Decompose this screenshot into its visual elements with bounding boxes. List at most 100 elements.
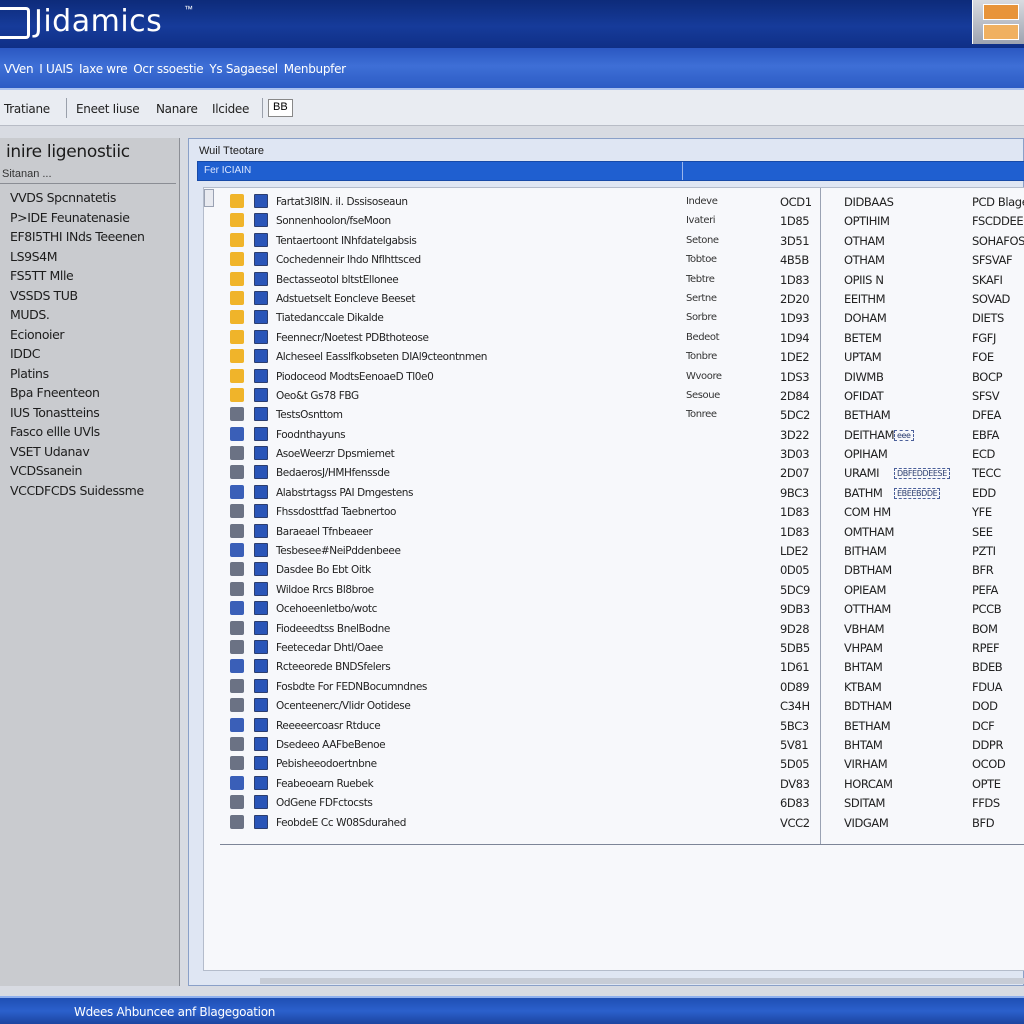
table-row[interactable]: Alabstrtagss PAI Dmgestens 9BC3 BATHM EDD EB… bbox=[204, 483, 1024, 502]
horizontal-scrollbar[interactable] bbox=[260, 978, 1024, 984]
nav-pane-title: inire ligenostiic bbox=[6, 142, 130, 162]
nav-item[interactable]: FS5TT Mlle bbox=[10, 268, 145, 288]
menu-item[interactable]: Menbupfer bbox=[284, 62, 346, 76]
row-status: VHPAM bbox=[844, 640, 883, 655]
row-name: Dsedeeo AAFbeBenoe bbox=[276, 738, 386, 751]
table-row[interactable]: Fiodeeedtss BnelBodne 9D28 VBHAM BOM bbox=[204, 619, 1024, 638]
row-code: 3D22 bbox=[780, 427, 810, 442]
row-code: 9DB3 bbox=[780, 602, 810, 617]
row-code: 3D03 bbox=[780, 447, 810, 462]
row-code: OCD1 bbox=[780, 195, 812, 209]
table-row[interactable]: Tentaertoont INhfdatelgabsis Setone 3D51 OT… bbox=[204, 231, 1024, 250]
row-status: DIDBAAS bbox=[844, 195, 894, 209]
nav-item[interactable]: EF8I5THI INds Teeenen bbox=[10, 229, 145, 249]
nav-item[interactable]: VVDS Spcnnatetis bbox=[10, 190, 145, 210]
row-type: Tonbre bbox=[686, 351, 717, 363]
table-row[interactable]: Bectasseotol bltstEllonee Tebtre 1D83 OPIIS… bbox=[204, 270, 1024, 289]
toolbar-item[interactable]: Nanare bbox=[156, 102, 198, 116]
row-badge: EBEEBDDE bbox=[894, 487, 941, 499]
table-row[interactable]: Piodoceod ModtsEenoaeD Tl0e0 Wvoore 1DS3 DI… bbox=[204, 367, 1024, 386]
table-row[interactable]: Wildoe Rrcs Bl8broe 5DC9 OPIEAM PEFA bbox=[204, 580, 1024, 599]
row-description: BDEB bbox=[972, 660, 1003, 675]
nav-item[interactable]: Ecionoier bbox=[10, 327, 145, 347]
table-row[interactable]: Cochedenneir Ihdo Nflhttsced Tobtoe 4B5B OT… bbox=[204, 250, 1024, 269]
table-row[interactable]: Pebisheeodoertnbne 5D05 VIRHAM OCOD bbox=[204, 754, 1024, 773]
row-type: Tonree bbox=[686, 409, 717, 421]
nav-item[interactable]: VCCDFCDS Suidessme bbox=[10, 483, 145, 503]
table-row[interactable]: Reeeeercoasr Rtduce 5BC3 BETHAM DCF bbox=[204, 716, 1024, 735]
module-icon bbox=[254, 232, 268, 247]
table-row[interactable]: Baraeael Tfnbeaeer 1D83 OMTHAM SEE bbox=[204, 522, 1024, 541]
nav-item[interactable]: Platins bbox=[10, 366, 145, 386]
row-code: 1D85 bbox=[780, 214, 810, 229]
menu-item[interactable]: I UAIS bbox=[39, 62, 73, 76]
row-status: OPTIHIM bbox=[844, 214, 890, 229]
nav-item[interactable]: IUS Tonastteins bbox=[10, 405, 145, 425]
folder-icon bbox=[230, 290, 244, 305]
row-type: Sorbre bbox=[686, 312, 717, 324]
logo-icon bbox=[0, 7, 30, 39]
nav-item[interactable]: P>IDE Feunatenasie bbox=[10, 210, 145, 230]
maximize-button[interactable] bbox=[983, 24, 1019, 40]
folder-icon bbox=[230, 368, 244, 383]
folder-icon bbox=[230, 232, 244, 247]
table-row[interactable]: TestsOsnttom Tonree 5DC2 BETHAM DFEA bbox=[204, 405, 1024, 424]
table-row[interactable]: Ocenteenerc/Vlidr Ootidese C34H BDTHAM DOD bbox=[204, 696, 1024, 715]
table-row[interactable]: AsoeWeerzr Dpsmiemet 3D03 OPIHAM ECD bbox=[204, 444, 1024, 463]
nav-item[interactable]: IDDC bbox=[10, 346, 145, 366]
menu-item[interactable]: Ocr ssoestie bbox=[133, 62, 203, 76]
table-row[interactable]: BedaerosJ/HMHfenssde 2D07 URAMI TECC DBFEDDE… bbox=[204, 463, 1024, 482]
row-code: 9D28 bbox=[780, 621, 810, 636]
table-row[interactable]: Sonnenhoolon/fseMoon Ivateri 1D85 OPTIHIM FS… bbox=[204, 211, 1024, 230]
table-row[interactable]: Ocehoeenletbo/wotc 9DB3 OTTHAM PCCB bbox=[204, 599, 1024, 618]
row-status: BDTHAM bbox=[844, 699, 892, 714]
table-row[interactable]: Fhssdosttfad Taebnertoo 1D83 COM HM YFE bbox=[204, 502, 1024, 521]
row-description: DCF bbox=[972, 718, 995, 733]
table-row[interactable]: Fosbdte For FEDNBocumndnes 0D89 KTBAM FDUA bbox=[204, 677, 1024, 696]
table-row[interactable]: Foodnthayuns 3D22 DEITHAM EBFA eee bbox=[204, 425, 1024, 444]
nav-item[interactable]: LS9S4M bbox=[10, 249, 145, 269]
table-row[interactable]: Alcheseel Easslfkobseten DIAl9cteontnmen… bbox=[204, 347, 1024, 366]
table-row[interactable]: Oeo&t Gs78 FBG Sesoue 2D84 OFIDAT SFSV bbox=[204, 386, 1024, 405]
row-name: Foodnthayuns bbox=[276, 428, 346, 441]
nav-item[interactable]: Bpa Fneenteon bbox=[10, 385, 145, 405]
table-row[interactable]: Feabeoearn Ruebek DV83 HORCAM OPTE bbox=[204, 774, 1024, 793]
status-text: Wdees Ahbuncee anf Blagegoation bbox=[74, 1005, 276, 1019]
device-icon bbox=[230, 736, 244, 751]
table-row[interactable]: Adstuetselt Eoncleve Beeset Sertne 2D20 EEI… bbox=[204, 289, 1024, 308]
toolbar-item[interactable]: Eneet Iiuse bbox=[76, 102, 140, 116]
device-icon bbox=[230, 601, 244, 616]
nav-item[interactable]: MUDS. bbox=[10, 307, 145, 327]
nav-item[interactable]: VSSDS TUB bbox=[10, 288, 145, 308]
table-row[interactable]: Feetecedar Dhtl/Oaee 5DB5 VHPAM RPEF bbox=[204, 638, 1024, 657]
nav-item[interactable]: Fasco ellle UVls bbox=[10, 424, 145, 444]
row-status: OTHAM bbox=[844, 233, 885, 248]
toolbar-item[interactable]: Ilcidee bbox=[212, 102, 249, 116]
table-row[interactable]: OdGene FDFctocsts 6D83 SDITAM FFDS bbox=[204, 793, 1024, 812]
minimize-button[interactable] bbox=[983, 4, 1019, 20]
nav-item[interactable]: VSET Udanav bbox=[10, 444, 145, 464]
menu-item[interactable]: Iaxe wre bbox=[79, 62, 128, 76]
table-row[interactable]: Tesbesee#NeiPddenbeee LDE2 BITHAM PZTI bbox=[204, 541, 1024, 560]
table-row[interactable]: Dasdee Bo Ebt Oitk 0D05 DBTHAM BFR bbox=[204, 560, 1024, 579]
row-description: FSCDDEER bbox=[972, 214, 1024, 229]
table-row[interactable]: FeobdeE Cc W08Sdurahed VCC2 VIDGAM BFD bbox=[204, 813, 1024, 832]
table-row[interactable]: Dsedeeo AAFbeBenoe 5V81 BHTAM DDPR bbox=[204, 735, 1024, 754]
device-icon bbox=[230, 426, 244, 441]
window-controls[interactable] bbox=[972, 0, 1024, 44]
table-row[interactable]: Rcteeorede BNDSfelers 1D61 BHTAM BDEB bbox=[204, 657, 1024, 676]
table-row[interactable]: Tiatedanccale Dikalde Sorbre 1D93 DOHAM DIET… bbox=[204, 308, 1024, 327]
folder-icon bbox=[230, 271, 244, 286]
table-row[interactable]: Feennecr/Noetest PDBthoteose Bedeot 1D94 BE… bbox=[204, 328, 1024, 347]
row-status: BATHM bbox=[844, 485, 883, 500]
table-row[interactable]: Fartat3I8IN. iI. Dssisoseaun Indeve OCD1 DI… bbox=[204, 192, 1024, 211]
toolbar-box-button[interactable]: BB bbox=[268, 99, 293, 117]
toolbar-item[interactable]: Tratiane bbox=[4, 102, 50, 116]
menu-item[interactable]: Ys Sagaesel bbox=[209, 62, 278, 76]
row-description: SFSVAF bbox=[972, 253, 1013, 268]
menu-item[interactable]: VVen bbox=[4, 62, 34, 76]
panel-title: Wuil Tteotare bbox=[199, 145, 265, 157]
row-type: Tobtoe bbox=[686, 254, 717, 266]
nav-item[interactable]: VCDSsanein bbox=[10, 463, 145, 483]
row-name: Baraeael Tfnbeaeer bbox=[276, 525, 373, 538]
